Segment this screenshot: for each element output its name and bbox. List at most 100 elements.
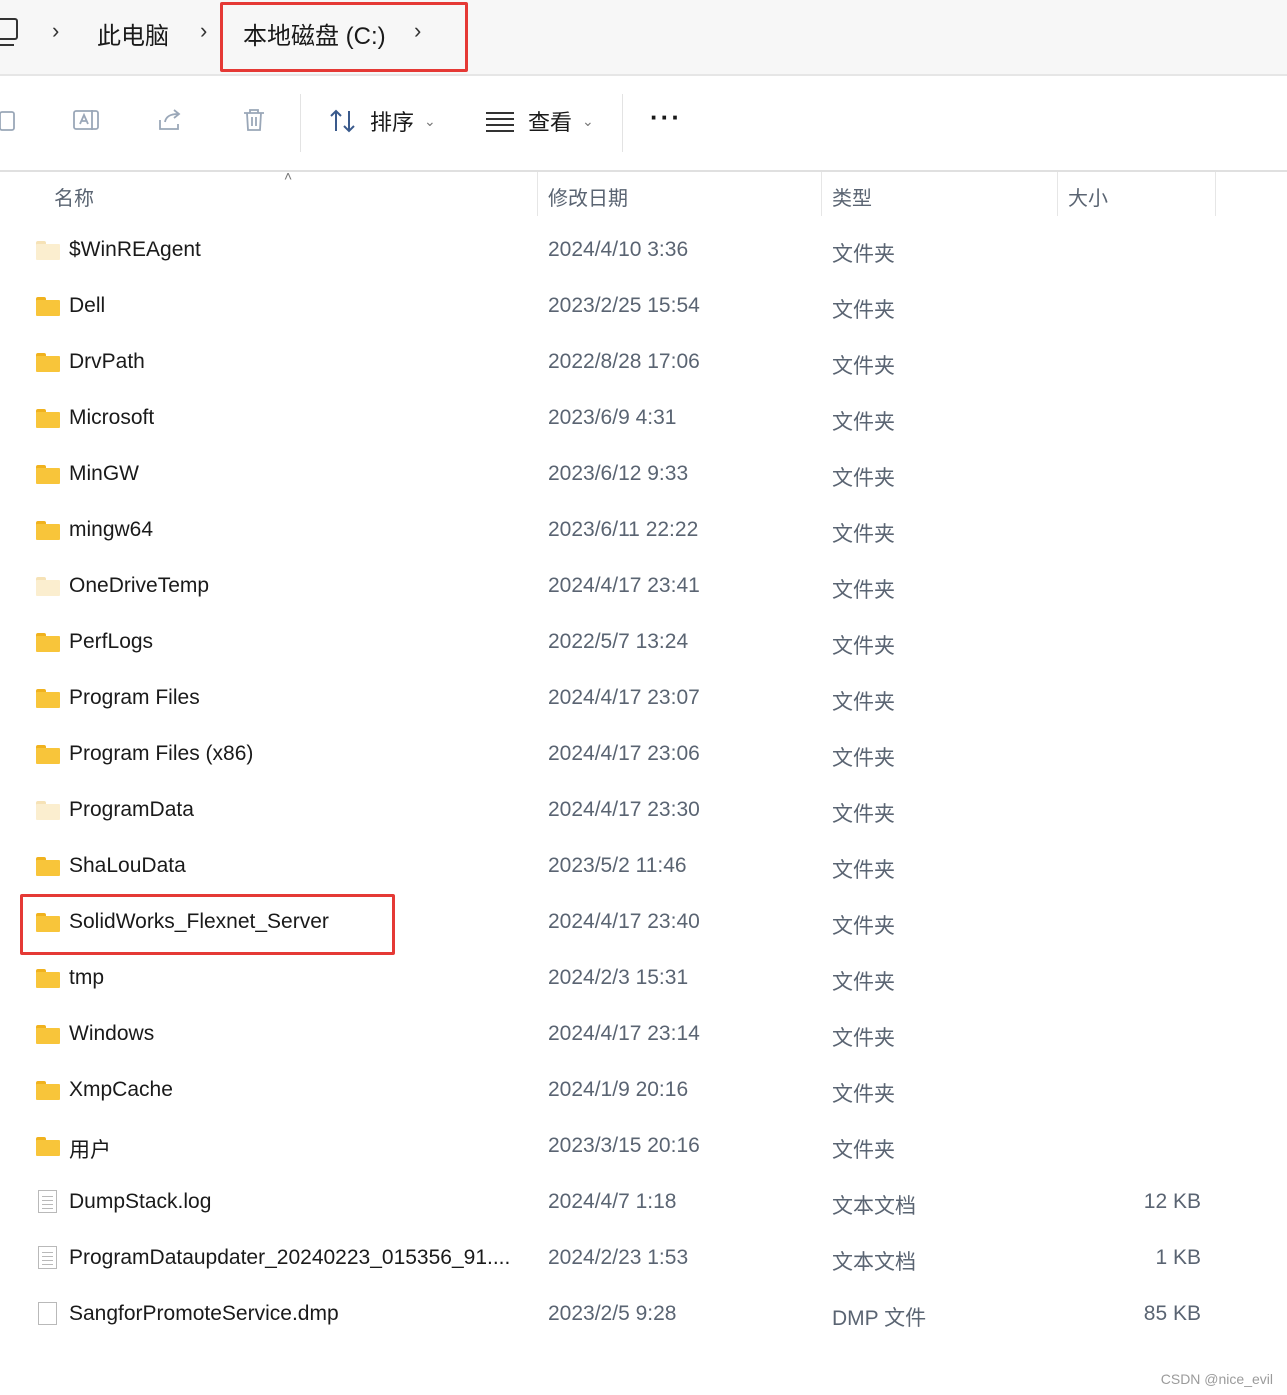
file-date: 2022/5/7 13:24: [548, 630, 689, 653]
column-header-type[interactable]: 类型: [832, 182, 872, 211]
file-date: 2024/1/9 20:16: [548, 1078, 689, 1101]
file-date: 2024/4/17 23:06: [548, 742, 700, 765]
folder-icon: [36, 745, 60, 765]
file-name: ProgramData: [69, 798, 194, 821]
file-type: 文件夹: [832, 1083, 895, 1106]
file-date: 2024/4/17 23:41: [548, 574, 700, 597]
column-header-size[interactable]: 大小: [1068, 182, 1108, 211]
file-row[interactable]: Program Files (x86) 2024/4/17 23:06 文件夹: [0, 728, 1287, 784]
file-row[interactable]: OneDriveTemp 2024/4/17 23:41 文件夹: [0, 560, 1287, 616]
file-row[interactable]: Windows 2024/4/17 23:14 文件夹: [0, 1008, 1287, 1064]
sort-button[interactable]: 排序 ⌄: [328, 106, 436, 136]
file-name: Dell: [69, 294, 106, 317]
file-date: 2024/2/23 1:53: [548, 1246, 689, 1269]
file-type: 文件夹: [832, 747, 895, 770]
file-name: ProgramDataupdater_20240223_015356_91...…: [69, 1246, 511, 1269]
toolbar-divider: [622, 94, 623, 152]
file-type: 文件夹: [832, 523, 895, 546]
file-row[interactable]: ProgramDataupdater_20240223_015356_91...…: [0, 1232, 1287, 1288]
column-header-name[interactable]: 名称: [54, 182, 94, 211]
file-name: Microsoft: [69, 406, 155, 429]
file-row[interactable]: mingw64 2023/6/11 22:22 文件夹: [0, 504, 1287, 560]
file-type: 文件夹: [832, 299, 895, 322]
view-label: 查看: [528, 110, 573, 135]
file-date: 2024/4/17 23:40: [548, 910, 700, 933]
file-name: Program Files: [69, 686, 200, 709]
command-bar: 排序 ⌄ 查看 ⌄ ···: [0, 76, 1287, 172]
file-name: tmp: [69, 966, 105, 989]
folder-icon: [36, 1137, 60, 1157]
folder-icon: [36, 857, 60, 877]
folder-icon: [36, 353, 60, 373]
file-row[interactable]: ProgramData 2024/4/17 23:30 文件夹: [0, 784, 1287, 840]
file-type: DMP 文件: [832, 1307, 927, 1330]
file-date: 2023/2/5 9:28: [548, 1302, 677, 1325]
view-icon: [486, 112, 514, 132]
view-button[interactable]: 查看 ⌄: [484, 106, 594, 136]
file-row[interactable]: 用户 2023/3/15 20:16 文件夹: [0, 1120, 1287, 1176]
breadcrumb-separator-icon[interactable]: ›: [52, 18, 59, 44]
file-date: 2024/4/7 1:18: [548, 1190, 677, 1213]
file-row[interactable]: DumpStack.log 2024/4/7 1:18 文本文档 12 KB: [0, 1176, 1287, 1232]
column-divider[interactable]: [821, 172, 822, 216]
breadcrumb-separator-icon[interactable]: ›: [200, 18, 207, 44]
file-date: 2024/4/10 3:36: [548, 238, 689, 261]
file-row[interactable]: MinGW 2023/6/12 9:33 文件夹: [0, 448, 1287, 504]
folder-icon: [36, 633, 60, 653]
file-type: 文件夹: [832, 579, 895, 602]
file-row[interactable]: $WinREAgent 2024/4/10 3:36 文件夹: [0, 224, 1287, 280]
column-divider[interactable]: [1215, 172, 1216, 216]
file-type: 文件夹: [832, 859, 895, 882]
file-date: 2024/4/17 23:14: [548, 1022, 700, 1045]
column-header-date[interactable]: 修改日期: [548, 182, 628, 211]
file-row[interactable]: PerfLogs 2022/5/7 13:24 文件夹: [0, 616, 1287, 672]
file-name: ShaLouData: [69, 854, 186, 877]
share-icon[interactable]: [156, 106, 184, 134]
highlight-box-address: [220, 2, 468, 72]
folder-pale-icon: [36, 241, 60, 261]
folder-icon: [36, 521, 60, 541]
rename-icon[interactable]: [72, 106, 100, 134]
file-name: 用户: [69, 1139, 111, 1162]
file-date: 2023/6/12 9:33: [548, 462, 689, 485]
file-date: 2023/5/2 11:46: [548, 854, 687, 877]
more-options-button[interactable]: ···: [650, 102, 682, 132]
file-type: 文件夹: [832, 971, 895, 994]
file-row[interactable]: SangforPromoteService.dmp 2023/2/5 9:28 DM…: [0, 1288, 1287, 1344]
chevron-down-icon: ⌄: [582, 112, 594, 129]
folder-icon: [36, 297, 60, 317]
column-divider[interactable]: [1057, 172, 1058, 216]
file-row[interactable]: Program Files 2024/4/17 23:07 文件夹: [0, 672, 1287, 728]
file-type: 文件夹: [832, 355, 895, 378]
file-date: 2023/6/9 4:31: [548, 406, 677, 429]
file-type: 文件夹: [832, 243, 895, 266]
sort-icon: [330, 109, 355, 133]
address-bar: › 此电脑 › 本地磁盘 (C:) ›: [0, 0, 1287, 76]
file-name: DumpStack.log: [69, 1190, 212, 1213]
file-size: 1 KB: [1155, 1246, 1201, 1269]
file-row[interactable]: tmp 2024/2/3 15:31 文件夹: [0, 952, 1287, 1008]
file-name: MinGW: [69, 462, 139, 485]
file-type: 文本文档: [832, 1195, 916, 1218]
file-name: Windows: [69, 1022, 155, 1045]
file-row[interactable]: Microsoft 2023/6/9 4:31 文件夹: [0, 392, 1287, 448]
delete-icon[interactable]: [240, 106, 268, 134]
file-row[interactable]: ShaLouData 2023/5/2 11:46 文件夹: [0, 840, 1287, 896]
file-row[interactable]: Dell 2023/2/25 15:54 文件夹: [0, 280, 1287, 336]
folder-icon: [36, 1025, 60, 1045]
sort-ascending-icon: ˄: [284, 168, 293, 184]
highlight-box-row: [20, 894, 395, 955]
file-name: XmpCache: [69, 1078, 173, 1101]
file-row[interactable]: XmpCache 2024/1/9 20:16 文件夹: [0, 1064, 1287, 1120]
file-date: 2022/8/28 17:06: [548, 350, 700, 373]
computer-icon[interactable]: [0, 18, 18, 46]
file-type: 文件夹: [832, 635, 895, 658]
file-date: 2024/2/3 15:31: [548, 966, 689, 989]
file-type: 文件夹: [832, 1027, 895, 1050]
file-row[interactable]: DrvPath 2022/8/28 17:06 文件夹: [0, 336, 1287, 392]
copy-icon[interactable]: [0, 106, 22, 134]
file-date: 2023/2/25 15:54: [548, 294, 700, 317]
folder-icon: [36, 465, 60, 485]
breadcrumb-this-pc[interactable]: 此电脑: [97, 16, 169, 51]
column-divider[interactable]: [537, 172, 538, 216]
